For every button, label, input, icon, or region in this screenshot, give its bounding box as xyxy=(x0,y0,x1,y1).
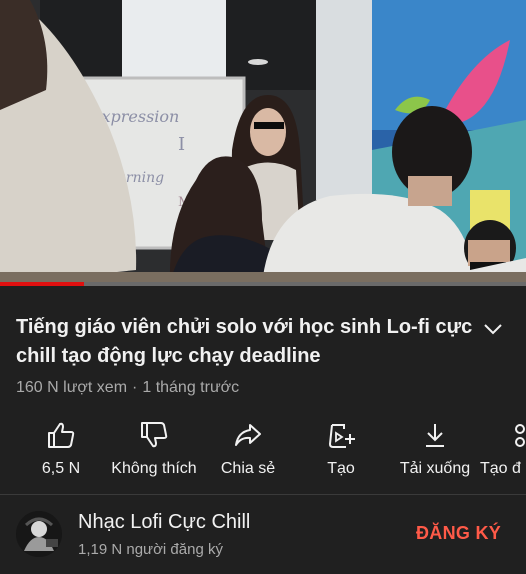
share-label: Chia sẻ xyxy=(220,460,276,477)
download-icon xyxy=(426,424,444,447)
like-count: 6,5 N xyxy=(41,460,81,477)
channel-name[interactable]: Nhạc Lofi Cực Chill xyxy=(78,511,250,534)
download-label: Tải xuống xyxy=(399,460,471,477)
subscriber-count: 1,19 N người đăng ký xyxy=(78,541,223,558)
video-progress-bar[interactable] xyxy=(0,282,526,286)
create-label: Tạo xyxy=(327,460,355,477)
subscribe-button[interactable]: ĐĂNG KÝ xyxy=(416,523,501,544)
action-bar: 6,5 N Không thích Chia sẻ Tạo Tải xuống … xyxy=(0,414,526,484)
dislike-button[interactable]: Không thích xyxy=(104,414,204,484)
meta-separator: · xyxy=(132,379,138,396)
dislike-label: Không thích xyxy=(111,460,197,477)
video-player[interactable]: expression I Learning Mode xyxy=(0,0,526,284)
upload-time: 1 tháng trước xyxy=(142,379,240,396)
clip-icon xyxy=(515,424,525,447)
board-text-2: I xyxy=(178,134,185,155)
divider xyxy=(0,494,526,495)
thumbs-down-icon xyxy=(141,422,168,448)
progress-bar-fill xyxy=(0,282,85,286)
like-button[interactable]: 6,5 N xyxy=(24,414,98,484)
create-button[interactable]: Tạo xyxy=(312,414,370,484)
chevron-down-icon[interactable] xyxy=(482,318,504,340)
video-frame: expression I Learning Mode xyxy=(0,0,526,284)
view-count: 160 N lượt xem xyxy=(16,379,128,396)
avatar[interactable] xyxy=(16,511,62,557)
share-icon xyxy=(235,424,261,446)
thumbs-up-icon xyxy=(48,422,75,448)
create-icon xyxy=(328,424,355,448)
video-meta: 160 N lượt xem · 1 tháng trước xyxy=(16,379,239,397)
clip-label: Tạo đ xyxy=(480,460,521,477)
clip-button[interactable]: Tạo đ xyxy=(480,414,526,484)
share-button[interactable]: Chia sẻ xyxy=(212,414,284,484)
download-button[interactable]: Tải xuống xyxy=(392,414,478,484)
video-title[interactable]: Tiếng giáo viên chửi solo với học sinh L… xyxy=(16,313,476,371)
channel-avatar-image xyxy=(16,511,62,557)
